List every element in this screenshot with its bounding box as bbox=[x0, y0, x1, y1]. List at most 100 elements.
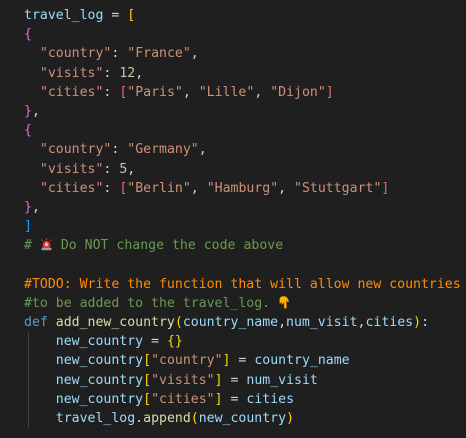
code-line[interactable]: # Do NOT change the code above bbox=[0, 236, 466, 255]
code-token: "Paris" bbox=[127, 84, 183, 100]
code-token: ( bbox=[190, 410, 199, 426]
code-token: "visits" bbox=[39, 161, 104, 177]
code-line[interactable]: }, bbox=[0, 198, 466, 217]
code-token: def bbox=[24, 315, 56, 330]
code-token: travel_log bbox=[55, 410, 136, 426]
code-token: add_new_country bbox=[55, 315, 175, 330]
code-token: {} bbox=[166, 334, 183, 350]
code-token: , bbox=[182, 84, 199, 100]
code-token: } bbox=[24, 103, 32, 119]
code-line[interactable]: "country": "France", bbox=[0, 44, 466, 63]
code-line[interactable]: travel_log.append(new_country) bbox=[0, 408, 466, 429]
code-token: num_visit bbox=[286, 315, 358, 330]
code-token: "country" bbox=[39, 46, 112, 62]
code-line[interactable]: new_country = {} bbox=[0, 332, 466, 352]
code-token: new_country bbox=[198, 410, 287, 426]
code-token: [ bbox=[143, 372, 152, 388]
code-line[interactable]: "visits": 5, bbox=[0, 160, 466, 179]
indent-guide bbox=[28, 408, 29, 429]
code-line[interactable]: "country": "Germany", bbox=[0, 140, 466, 159]
siren-icon bbox=[40, 238, 53, 253]
code-token: , bbox=[31, 199, 40, 215]
code-token: = bbox=[143, 334, 167, 350]
code-line[interactable]: "visits": 12, bbox=[0, 64, 466, 83]
code-token: : bbox=[421, 315, 430, 330]
code-token: "France" bbox=[127, 46, 191, 62]
indent-guide bbox=[28, 332, 29, 352]
code-token: ] bbox=[381, 180, 390, 196]
code-token: = bbox=[222, 372, 247, 388]
code-token: "country" bbox=[39, 142, 112, 158]
code-token: "Dijon" bbox=[270, 84, 326, 100]
code-token: #TODO: Write the function that will allo… bbox=[24, 276, 461, 292]
code-token: # bbox=[24, 238, 40, 254]
code-token: ] bbox=[214, 391, 223, 407]
code-line[interactable]: def add_new_country(country_name,num_vis… bbox=[0, 313, 466, 332]
code-token: num_visit bbox=[246, 372, 318, 388]
code-token: cities bbox=[365, 315, 414, 330]
code-token: "cities" bbox=[39, 180, 104, 196]
code-line[interactable]: travel_log = [ bbox=[0, 6, 466, 25]
code-token: ] bbox=[24, 219, 32, 235]
code-line[interactable]: "cities": ["Paris", "Lille", "Dijon"] bbox=[0, 83, 466, 102]
code-line[interactable]: "cities": ["Berlin", "Hamburg", "Stuttga… bbox=[0, 179, 466, 198]
code-token: "cities" bbox=[39, 84, 104, 100]
code-token: , bbox=[190, 180, 207, 196]
code-token: { bbox=[24, 123, 32, 139]
code-token: : bbox=[103, 161, 120, 177]
code-token: [ bbox=[143, 353, 152, 369]
code-token: "Germany" bbox=[127, 142, 199, 158]
indent-guide bbox=[28, 389, 29, 409]
code-token: ] bbox=[325, 84, 334, 100]
code-token: , bbox=[127, 161, 136, 177]
code-line[interactable] bbox=[0, 255, 466, 274]
code-token: "Berlin" bbox=[127, 180, 191, 196]
code-line[interactable]: { bbox=[0, 121, 466, 140]
code-line[interactable]: new_country["country"] = country_name bbox=[0, 351, 466, 371]
code-token: country_name bbox=[182, 315, 279, 330]
code-token: , bbox=[135, 65, 144, 81]
code-token: "visits" bbox=[151, 372, 215, 388]
code-token: "Lille" bbox=[198, 84, 255, 100]
code-token: , bbox=[254, 84, 271, 100]
code-line[interactable]: new_country["visits"] = num_visit bbox=[0, 370, 466, 390]
code-token: new_country bbox=[55, 334, 144, 350]
code-token: : bbox=[103, 180, 120, 196]
code-token: = bbox=[103, 8, 128, 23]
code-token: "Hamburg" bbox=[206, 180, 279, 196]
code-token: . bbox=[135, 410, 144, 426]
code-token: #to be added to the travel_log. bbox=[24, 295, 279, 311]
code-token: travel_log bbox=[24, 8, 104, 23]
code-token: , bbox=[278, 180, 295, 196]
code-line[interactable]: }, bbox=[0, 102, 466, 121]
code-token: cities bbox=[246, 391, 295, 407]
code-token: : bbox=[103, 65, 120, 81]
code-token: , bbox=[31, 103, 40, 119]
code-line[interactable]: new_country["cities"] = cities bbox=[0, 389, 466, 409]
code-line[interactable]: #to be added to the travel_log. bbox=[0, 294, 466, 313]
code-token: , bbox=[198, 142, 207, 158]
code-token: "country" bbox=[151, 353, 223, 369]
code-line[interactable]: ] bbox=[0, 217, 466, 236]
code-token: = bbox=[222, 391, 247, 407]
code-token: { bbox=[24, 27, 32, 43]
code-token: "visits" bbox=[39, 65, 104, 81]
code-token: ) bbox=[413, 315, 422, 330]
indent-guide bbox=[28, 370, 29, 390]
code-line[interactable]: #TODO: Write the function that will allo… bbox=[0, 275, 466, 294]
code-token: [ bbox=[127, 8, 136, 23]
code-token: country_name bbox=[254, 353, 350, 369]
code-token: [ bbox=[143, 391, 152, 407]
code-token: new_country bbox=[55, 353, 144, 369]
code-token: ) bbox=[286, 410, 295, 426]
code-line[interactable]: { bbox=[0, 25, 466, 44]
code-token: Do NOT change the code above bbox=[52, 238, 284, 254]
code-token: , bbox=[190, 46, 199, 62]
code-editor[interactable]: travel_log = [ { "country": "France", "vi… bbox=[0, 0, 466, 438]
